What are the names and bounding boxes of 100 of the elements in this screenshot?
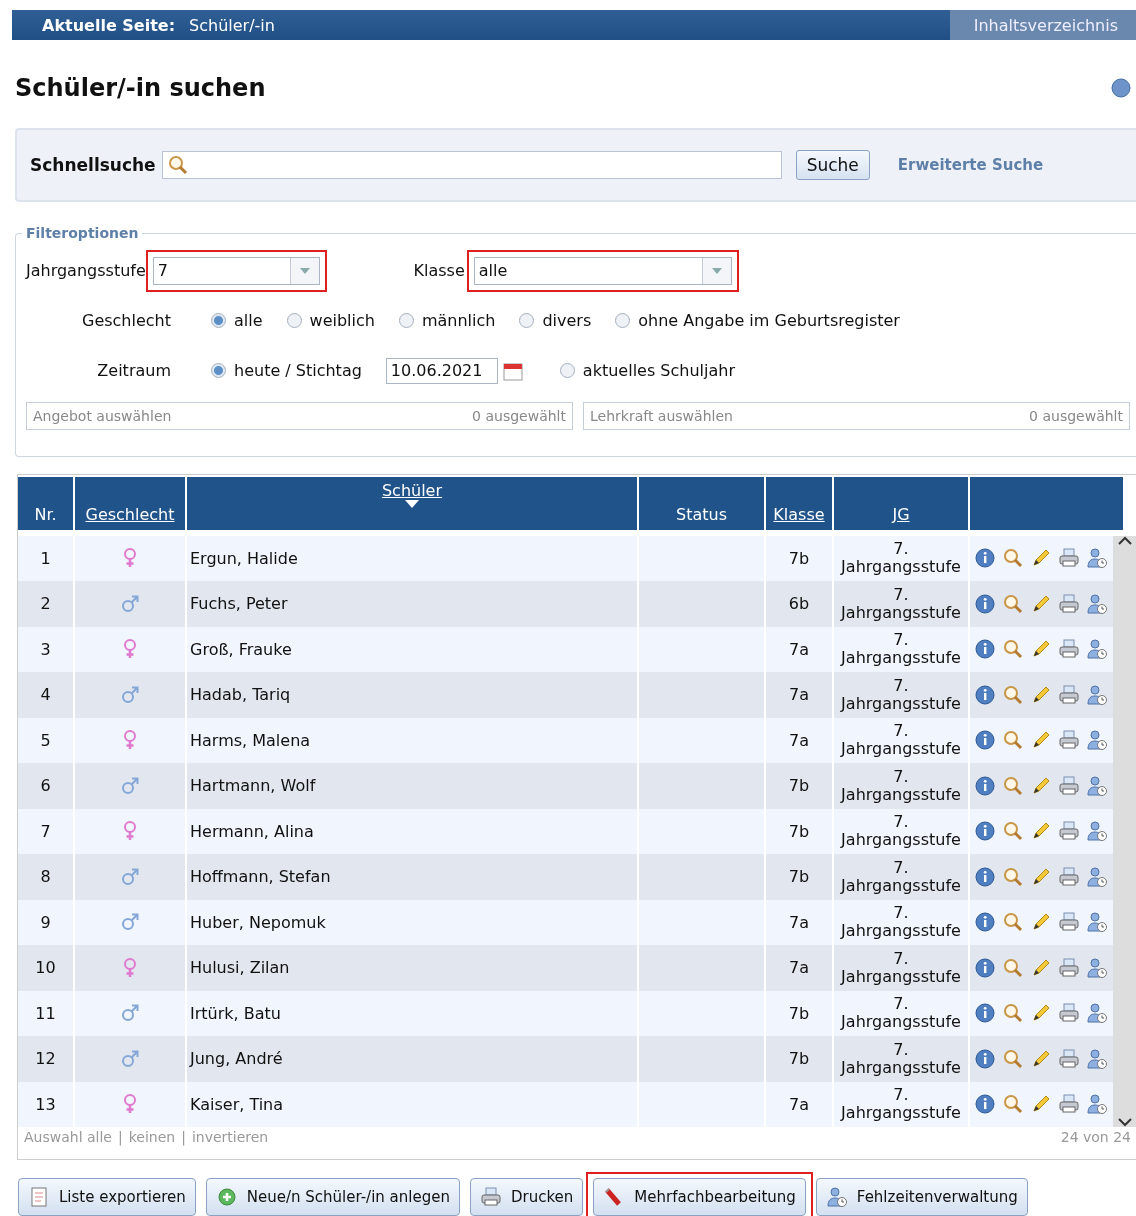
- scroll-up-icon: [1117, 535, 1132, 545]
- person-clock-icon: [1086, 547, 1108, 570]
- magnifier-icon: [1002, 1047, 1024, 1070]
- table-cell: 7b: [766, 535, 832, 581]
- magnifier-icon: [1002, 865, 1024, 888]
- gender-radio[interactable]: ohne Angabe im Geburtsregister: [615, 311, 900, 331]
- info-icon: [974, 683, 996, 706]
- sort-link[interactable]: Schüler: [381, 480, 443, 500]
- table-cell: Hoffmann, Stefan: [187, 854, 637, 900]
- column-label: Nr.: [34, 504, 57, 524]
- table-cell: Fuchs, Peter: [187, 581, 637, 627]
- field-label: Geschlecht: [81, 311, 171, 331]
- gender-radio[interactable]: alle: [211, 311, 263, 331]
- search-field[interactable]: [161, 151, 782, 179]
- search-button[interactable]: Suche: [795, 150, 870, 180]
- table-cell: 7: [18, 808, 73, 854]
- class-select[interactable]: alle: [473, 256, 732, 285]
- gender-radio[interactable]: männlich: [398, 311, 496, 331]
- scroll-down-icon: [1117, 1118, 1132, 1127]
- magnifier-icon: [1002, 1093, 1024, 1116]
- table-cell: Irtürk, Batu: [187, 990, 637, 1036]
- table-cell: Ergun, Halide: [187, 535, 637, 581]
- table-cell: 7. Jahrgangsstufe: [834, 808, 968, 854]
- magnifier-icon: [1002, 638, 1024, 661]
- info-icon: [974, 911, 996, 934]
- table-cell: 7. Jahrgangsstufe: [834, 717, 968, 763]
- table-cell: 7. Jahrgangsstufe: [834, 535, 968, 581]
- table-cell: 7. Jahrgangsstufe: [834, 854, 968, 900]
- grade-select[interactable]: 7: [152, 256, 320, 285]
- magnifier-icon: [1002, 683, 1024, 706]
- person-clock-icon: [1086, 865, 1108, 888]
- scrollbar[interactable]: [1113, 535, 1136, 1127]
- period-radio[interactable]: aktuelles Schuljahr: [559, 361, 735, 381]
- printer-icon: [1058, 1093, 1080, 1116]
- action-button[interactable]: Mehrfachbearbeitung: [593, 1178, 806, 1216]
- person-clock-icon: [1086, 592, 1108, 615]
- column-label: Status: [676, 504, 727, 524]
- gender-radio[interactable]: divers: [519, 311, 592, 331]
- selection-picker[interactable]: Lehrkraft auswählen 0 ausgewählt: [583, 401, 1130, 430]
- action-button[interactable]: Neue/n Schüler-/in anlegen: [205, 1178, 460, 1216]
- current-page-label: Aktuelle Seite:: [42, 15, 176, 35]
- table-cell: 6: [18, 763, 73, 809]
- person-clock-icon: [1086, 911, 1108, 934]
- table-cell: 5: [18, 717, 73, 763]
- table-cell: 9: [18, 899, 73, 945]
- quicksearch-label: Schnellsuche: [30, 155, 156, 175]
- table-cell: Jung, André: [187, 1036, 637, 1082]
- magnifier-icon: [1002, 729, 1024, 752]
- action-button[interactable]: Fehlzeitenverwaltung: [815, 1178, 1028, 1216]
- date-field[interactable]: 10.06.2021: [385, 357, 498, 384]
- table-cell: 4: [18, 672, 73, 718]
- magnifier-icon: [1002, 1002, 1024, 1025]
- table-cell: 7b: [766, 808, 832, 854]
- table-cell: 3: [18, 626, 73, 672]
- person-clock-icon: [1086, 956, 1108, 979]
- info-icon: [974, 1002, 996, 1025]
- gender-radio[interactable]: weiblich: [286, 311, 375, 331]
- info-icon: [974, 729, 996, 752]
- magnifier-icon: [1002, 820, 1024, 843]
- column-label[interactable]: Geschlecht: [85, 504, 175, 524]
- action-button[interactable]: Drucken: [469, 1178, 584, 1216]
- table-cell: Hulusi, Zilan: [187, 945, 637, 991]
- sort-down-icon: [405, 499, 419, 508]
- table-cell: 7a: [766, 626, 832, 672]
- table-cell: 7. Jahrgangsstufe: [834, 626, 968, 672]
- table-cell: 7a: [766, 672, 832, 718]
- separator: |: [117, 1129, 123, 1145]
- person-clock-icon: [1086, 638, 1108, 661]
- advanced-search-link[interactable]: Erweiterte Suche: [897, 156, 1044, 174]
- person-clock-icon: [825, 1186, 848, 1208]
- printer-icon: [1058, 547, 1080, 570]
- table-cell: 7a: [766, 1081, 832, 1127]
- action-button[interactable]: Liste exportieren: [18, 1178, 196, 1216]
- table-cell: 7. Jahrgangsstufe: [834, 990, 968, 1036]
- table-cell: 10: [18, 945, 73, 991]
- info-icon: [974, 1047, 996, 1070]
- printer-icon: [1058, 1047, 1080, 1070]
- field-label: Klasse: [412, 261, 465, 281]
- magnifier-icon: [1002, 547, 1024, 570]
- filter-legend: Filteroptionen: [22, 224, 143, 241]
- printer-icon: [479, 1186, 502, 1208]
- magnifier-icon: [1002, 774, 1024, 797]
- info-icon: [974, 1093, 996, 1116]
- add-icon: [215, 1186, 238, 1208]
- period-radio[interactable]: heute / Stichtag: [211, 361, 362, 381]
- table-cell: 7a: [766, 945, 832, 991]
- column-label[interactable]: Klasse: [773, 504, 825, 524]
- person-clock-icon: [1086, 729, 1108, 752]
- document-list-icon: [28, 1186, 50, 1208]
- printer-icon: [1058, 865, 1080, 888]
- table-cell: Hartmann, Wolf: [187, 763, 637, 809]
- person-clock-icon: [1086, 820, 1108, 843]
- person-clock-icon: [1086, 774, 1108, 797]
- table-cell: 7b: [766, 763, 832, 809]
- table-cell: Hadab, Tariq: [187, 672, 637, 718]
- selection-picker[interactable]: Angebot auswählen 0 ausgewählt: [26, 401, 573, 430]
- caret-icon: [711, 267, 722, 274]
- printer-icon: [1058, 774, 1080, 797]
- column-label[interactable]: JG: [892, 504, 910, 524]
- printer-icon: [1058, 592, 1080, 615]
